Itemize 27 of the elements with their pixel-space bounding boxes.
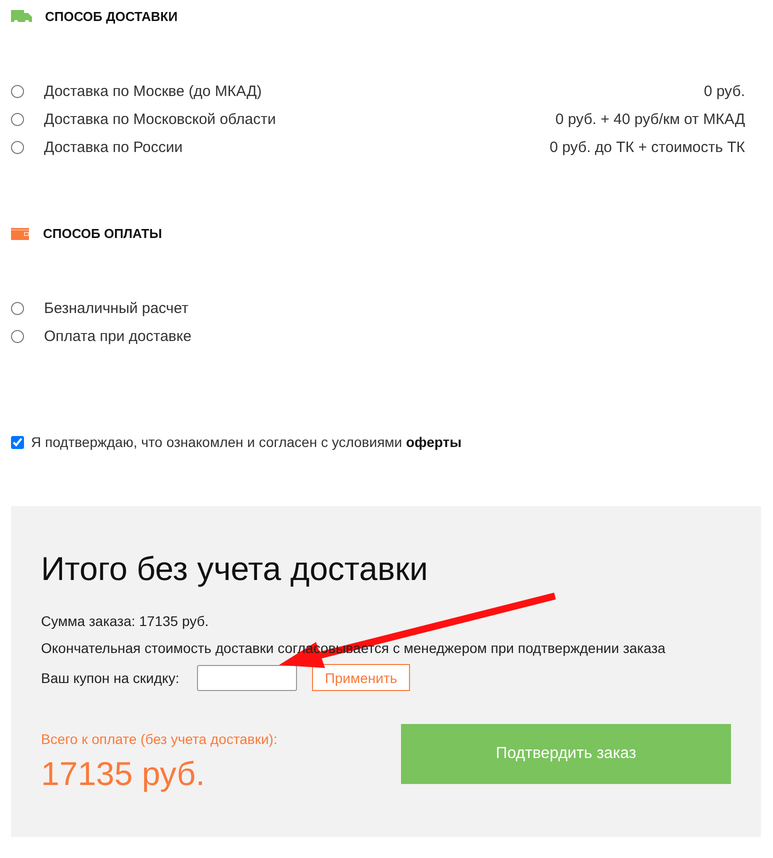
coupon-label: Ваш купон на скидку: [41,670,180,686]
price-text: 0 руб. до ТК + стоимость ТК [550,138,745,156]
agreement-checkbox[interactable] [11,436,24,448]
price-text: 0 руб. [704,82,745,100]
option-label: Безналичный расчет [44,300,190,316]
confirm-order-button[interactable]: Подтвердить заказ [401,724,731,784]
apply-button[interactable]: Применить [312,664,410,691]
summary-title: Итого без учета доставки [41,549,429,589]
section-heading: СПОСОБ ДОСТАВКИ [45,8,178,26]
option-label: Оплата при доставке [44,328,192,344]
total-label: Всего к оплате (без учета доставки): [41,730,278,749]
truck-icon [11,10,32,24]
wallet-icon [11,228,29,240]
option-label: Доставка по России [44,138,184,156]
option-label: Доставка по Московской области [44,110,277,128]
agreement-text: Я подтверждаю, что ознакомлен и согласен с условиями оферты [31,434,462,450]
total-amount: 17135 руб. [41,754,206,794]
order-sum-text: Сумма заказа: 17135 руб. [41,612,210,631]
coupon-input-field[interactable] [197,664,297,690]
radio-button[interactable] [11,112,24,126]
radio-button[interactable] [11,330,24,342]
section-heading: СПОСОБ ОПЛАТЫ [43,225,162,243]
radio-button[interactable] [11,302,24,314]
option-label: Доставка по Москве (до МКАД) [44,82,263,100]
price-text: 0 руб. + 40 руб/км от МКАД [555,110,745,128]
radio-button[interactable] [11,84,24,98]
radio-button[interactable] [11,140,24,154]
